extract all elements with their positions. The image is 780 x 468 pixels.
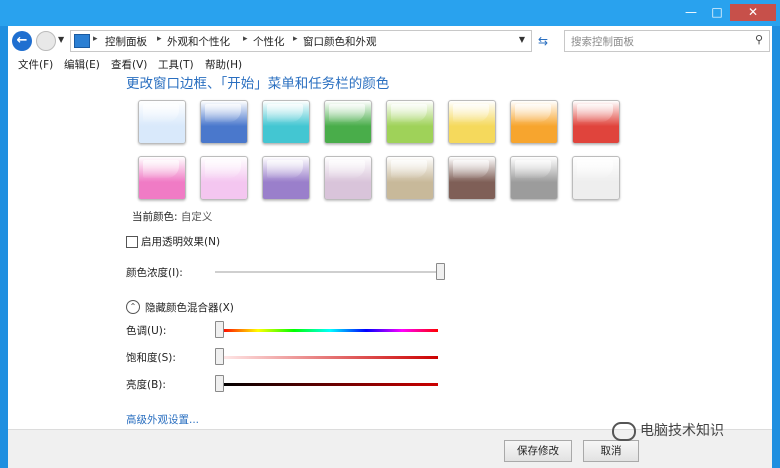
color-swatch[interactable] (138, 100, 186, 144)
color-swatch[interactable] (200, 100, 248, 144)
address-toolbar: ← ▼ ▸ 控制面板 ▸ 外观和个性化 ▸ 个性化 ▸ 窗口颜色和外观 ▼ ⇆ … (8, 26, 772, 54)
color-swatch[interactable] (138, 156, 186, 200)
refresh-icon[interactable]: ⇆ (538, 34, 548, 48)
color-swatch[interactable] (324, 156, 372, 200)
breadcrumb-control-panel[interactable]: 控制面板 (105, 34, 147, 49)
color-swatch[interactable] (200, 156, 248, 200)
menu-edit[interactable]: 编辑(E) (64, 57, 100, 72)
content-pane: 更改窗口边框、「开始」菜单和任务栏的颜色 当前颜色: 自定义 启用透明效果(N)… (8, 73, 772, 468)
intensity-track[interactable] (215, 271, 437, 273)
color-swatch[interactable] (572, 156, 620, 200)
color-swatch[interactable] (262, 100, 310, 144)
watermark-text: 电脑技术知识 (640, 423, 724, 439)
recent-pages-chevron-icon[interactable]: ▼ (58, 35, 64, 44)
page-title: 更改窗口边框、「开始」菜单和任务栏的颜色 (126, 76, 390, 92)
color-swatch[interactable] (386, 156, 434, 200)
menu-bar: 文件(F) 编辑(E) 查看(V) 工具(T) 帮助(H) (8, 55, 772, 73)
address-bar[interactable]: ▸ 控制面板 ▸ 外观和个性化 ▸ 个性化 ▸ 窗口颜色和外观 ▼ (70, 30, 532, 52)
color-swatch[interactable] (386, 100, 434, 144)
color-swatch[interactable] (448, 100, 496, 144)
intensity-label: 颜色浓度(I): (126, 267, 183, 279)
search-input[interactable]: 搜索控制面板 (571, 34, 634, 49)
breadcrumb-separator-icon: ▸ (157, 34, 162, 44)
transparency-checkbox[interactable] (126, 236, 138, 248)
brightness-track[interactable] (222, 383, 438, 386)
arrow-left-icon: ← (16, 33, 28, 48)
menu-tools[interactable]: 工具(T) (158, 57, 194, 72)
current-color-label: 当前颜色: (132, 211, 178, 223)
color-swatch[interactable] (448, 156, 496, 200)
intensity-slider[interactable] (436, 263, 445, 280)
advanced-appearance-link[interactable]: 高级外观设置... (126, 412, 199, 427)
search-box[interactable]: 搜索控制面板 ⚲ (564, 30, 770, 52)
current-color-value: 自定义 (180, 211, 213, 223)
saturation-track[interactable] (222, 356, 438, 359)
address-dropdown-icon[interactable]: ▼ (519, 35, 525, 44)
mixer-toggle-label[interactable]: 隐藏颜色混合器(X) (145, 300, 234, 315)
save-button[interactable]: 保存修改 (504, 440, 572, 462)
transparency-label[interactable]: 启用透明效果(N) (141, 234, 220, 249)
brightness-label: 亮度(B): (126, 379, 166, 391)
breadcrumb-separator-icon: ▸ (93, 34, 98, 44)
breadcrumb-appearance[interactable]: 外观和个性化 (167, 34, 230, 49)
window: ← ▼ ▸ 控制面板 ▸ 外观和个性化 ▸ 个性化 ▸ 窗口颜色和外观 ▼ ⇆ … (8, 26, 772, 468)
breadcrumb-separator-icon: ▸ (293, 34, 298, 44)
current-color: 当前颜色: 自定义 (132, 209, 212, 224)
minimize-button[interactable]: — (678, 4, 704, 21)
breadcrumb-personalization[interactable]: 个性化 (253, 34, 285, 49)
menu-help[interactable]: 帮助(H) (205, 57, 242, 72)
color-swatch[interactable] (510, 100, 558, 144)
maximize-button[interactable]: □ (704, 4, 730, 21)
search-icon[interactable]: ⚲ (755, 33, 763, 46)
watermark: 电脑技术知识 (612, 420, 724, 441)
menu-view[interactable]: 查看(V) (111, 57, 147, 72)
close-button[interactable]: ✕ (730, 4, 776, 21)
saturation-slider[interactable] (215, 348, 224, 365)
back-button[interactable]: ← (12, 31, 32, 51)
cancel-button[interactable]: 取消 (583, 440, 639, 462)
title-bar: — □ ✕ (0, 0, 780, 26)
color-swatch[interactable] (572, 100, 620, 144)
forward-button[interactable] (36, 31, 56, 51)
color-swatch[interactable] (262, 156, 310, 200)
control-panel-icon (74, 34, 90, 48)
color-swatch[interactable] (510, 156, 558, 200)
brightness-slider[interactable] (215, 375, 224, 392)
hue-track[interactable] (222, 329, 438, 332)
hue-label: 色调(U): (126, 325, 167, 337)
breadcrumb-window-color[interactable]: 窗口颜色和外观 (303, 34, 377, 49)
saturation-label: 饱和度(S): (126, 352, 176, 364)
menu-file[interactable]: 文件(F) (18, 57, 53, 72)
wechat-icon (612, 421, 636, 441)
hue-slider[interactable] (215, 321, 224, 338)
breadcrumb-separator-icon: ▸ (243, 34, 248, 44)
color-swatch[interactable] (324, 100, 372, 144)
collapse-mixer-icon[interactable]: ⌃ (126, 300, 140, 314)
